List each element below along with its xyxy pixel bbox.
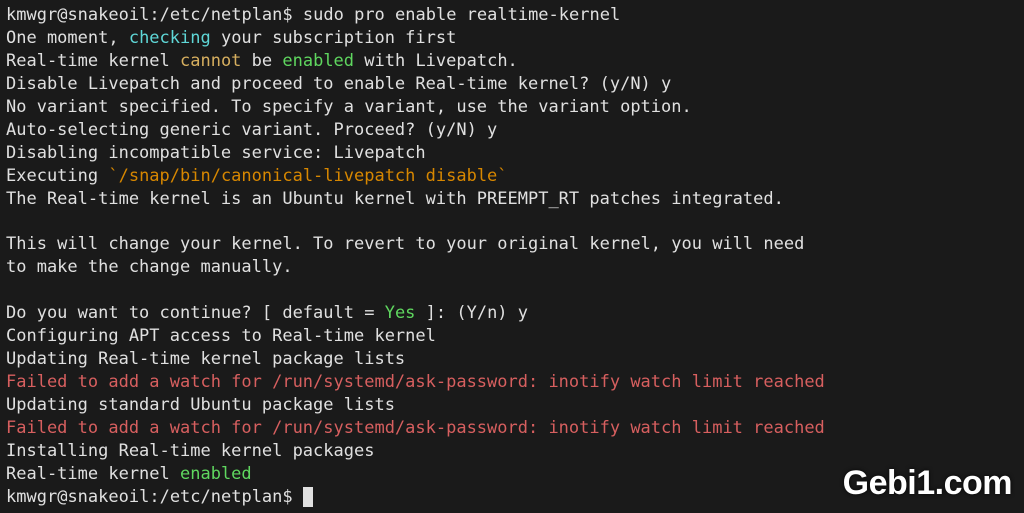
output-line: to make the change manually. [6, 256, 1018, 279]
error-line: Failed to add a watch for /run/systemd/a… [6, 371, 1018, 394]
prompt-user: kmwgr [6, 487, 57, 507]
prompt-symbol: $ [282, 5, 292, 25]
output-line: Updating standard Ubuntu package lists [6, 394, 1018, 417]
cursor-icon [303, 487, 313, 507]
watermark: Gebi1.com [843, 461, 1012, 507]
output-line: Real-time kernel cannot be enabled with … [6, 50, 1018, 73]
text-exec-path: `/snap/bin/canonical-livepatch disable` [108, 166, 507, 186]
text-yes: Yes [385, 303, 416, 323]
text: ]: (Y/n) y [415, 303, 528, 323]
text-enabled: enabled [282, 51, 354, 71]
text-checking: checking [129, 28, 211, 48]
output-line: No variant specified. To specify a varia… [6, 96, 1018, 119]
text: One moment, [6, 28, 129, 48]
terminal-output[interactable]: kmwgr@snakeoil:/etc/netplan$ sudo pro en… [6, 4, 1018, 509]
output-line: Updating Real-time kernel package lists [6, 348, 1018, 371]
text-cannot: cannot [180, 51, 241, 71]
output-line: Executing `/snap/bin/canonical-livepatch… [6, 165, 1018, 188]
output-line: This will change your kernel. To revert … [6, 233, 1018, 256]
output-line: Configuring APT access to Real-time kern… [6, 325, 1018, 348]
text: Executing [6, 166, 108, 186]
output-line: Installing Real-time kernel packages [6, 440, 1018, 463]
prompt-path: /etc/netplan [160, 487, 283, 507]
prompt-path: /etc/netplan [160, 5, 283, 25]
text: be [241, 51, 282, 71]
prompt-host: snakeoil [67, 487, 149, 507]
output-line-blank [6, 279, 1018, 302]
output-line-blank [6, 210, 1018, 233]
text: your subscription first [211, 28, 457, 48]
prompt-host: snakeoil [67, 5, 149, 25]
output-line: Do you want to continue? [ default = Yes… [6, 302, 1018, 325]
text: with Livepatch. [354, 51, 518, 71]
text: Do you want to continue? [ default = [6, 303, 385, 323]
text: Real-time kernel [6, 51, 180, 71]
output-line: One moment, checking your subscription f… [6, 27, 1018, 50]
output-line: Auto-selecting generic variant. Proceed?… [6, 119, 1018, 142]
output-line: Disable Livepatch and proceed to enable … [6, 73, 1018, 96]
command-text: sudo pro enable realtime-kernel [303, 5, 620, 25]
text-enabled-status: enabled [180, 464, 252, 484]
prompt-user: kmwgr [6, 5, 57, 25]
prompt-line-1: kmwgr@snakeoil:/etc/netplan$ sudo pro en… [6, 4, 1018, 27]
prompt-symbol: $ [282, 487, 292, 507]
text: Real-time kernel [6, 464, 180, 484]
error-line: Failed to add a watch for /run/systemd/a… [6, 417, 1018, 440]
output-line: Disabling incompatible service: Livepatc… [6, 142, 1018, 165]
output-line: The Real-time kernel is an Ubuntu kernel… [6, 188, 1018, 211]
